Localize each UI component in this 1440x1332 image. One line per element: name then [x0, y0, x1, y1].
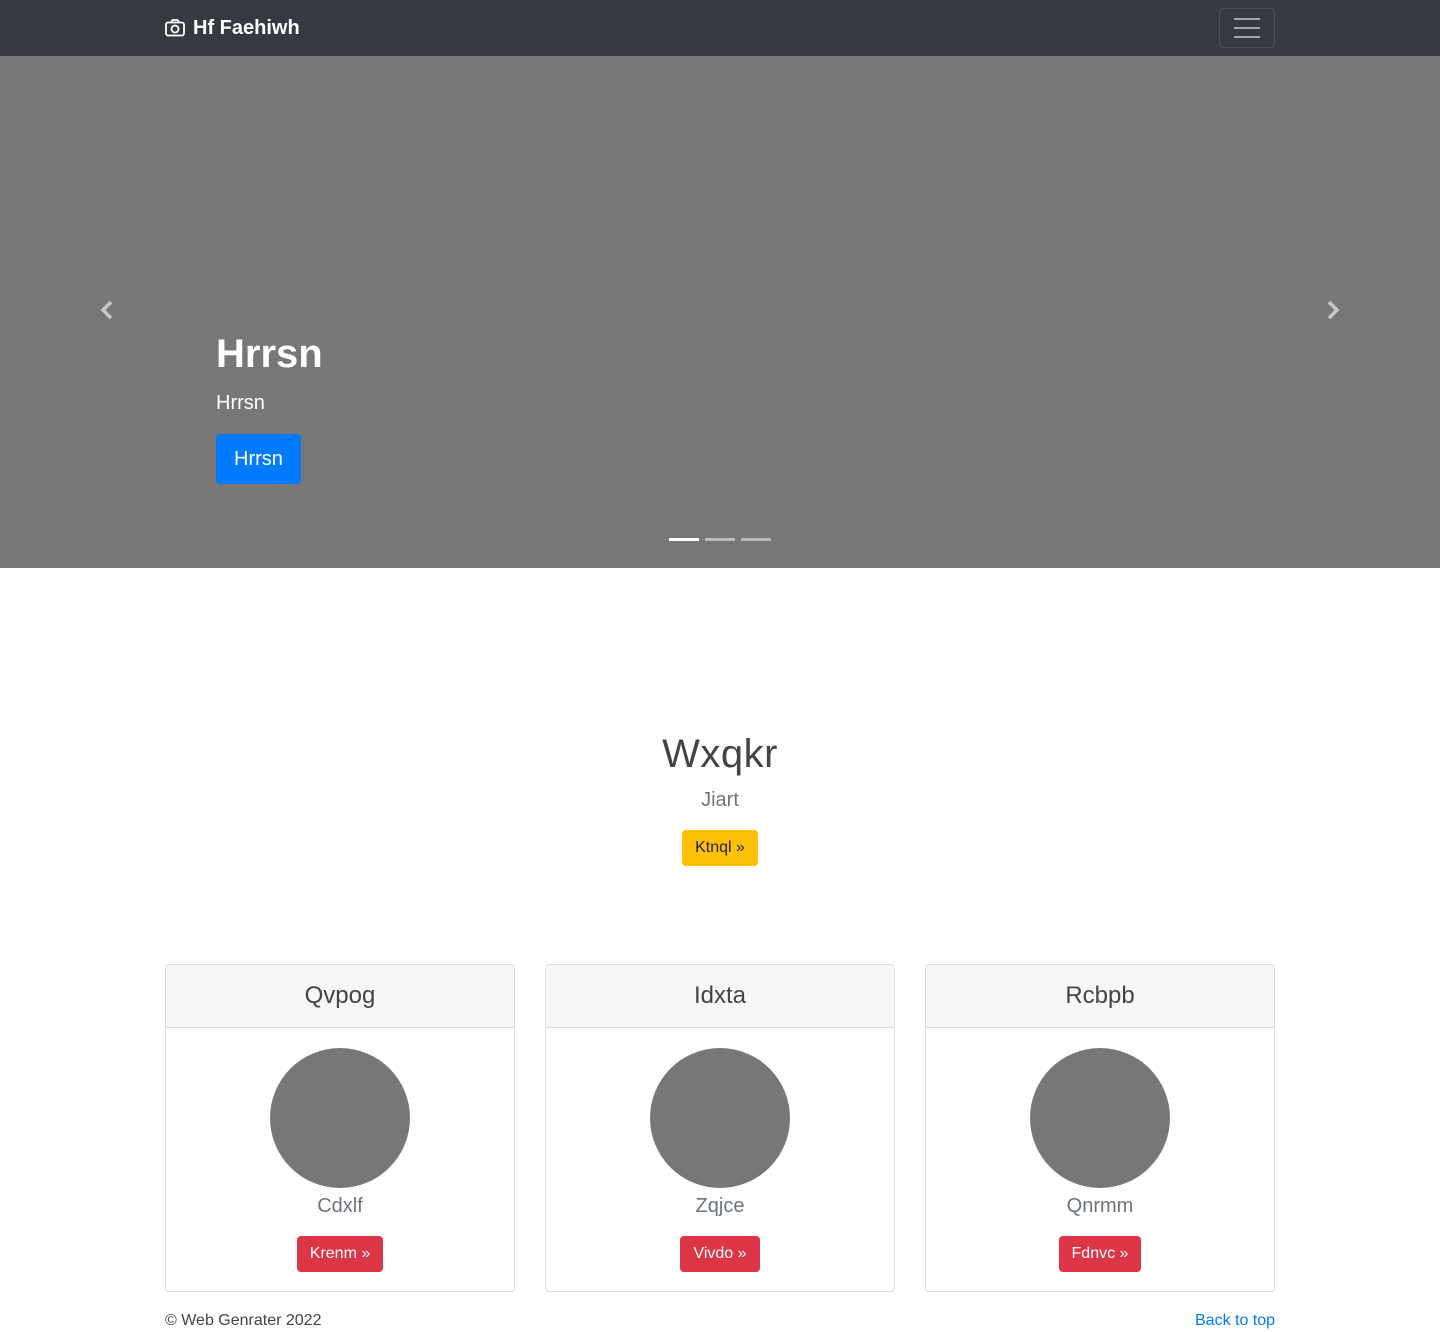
card-2: Idxta Zqjce Vivdo »: [545, 964, 895, 1292]
card-1: Qvpog Cdxlf Krenm »: [165, 964, 515, 1292]
hero-title: Wxqkr: [662, 732, 778, 776]
card-name: Zqjce: [695, 1195, 745, 1217]
card-button[interactable]: Fdnvc »: [1058, 1236, 1142, 1272]
carousel-next-button[interactable]: [1224, 56, 1440, 568]
card-title: Qvpog: [304, 982, 376, 1009]
card-title: Rcbpb: [1065, 982, 1135, 1009]
chevron-left-icon: [98, 300, 118, 325]
card-header: Rcbpb: [926, 965, 1274, 1028]
carousel-indicator-3[interactable]: [741, 538, 771, 541]
card-3: Rcbpb Qnrmm Fdnvc »: [925, 964, 1275, 1292]
carousel-indicator-1[interactable]: [669, 538, 699, 541]
chevron-right-icon: [1322, 300, 1342, 325]
hero-cta-button[interactable]: Ktnql »: [682, 830, 758, 866]
card-title: Idxta: [693, 982, 747, 1009]
carousel-prev-button[interactable]: [0, 56, 216, 568]
card-button[interactable]: Vivdo »: [680, 1236, 760, 1272]
navbar: Hf Faehiwh: [0, 0, 1440, 56]
hamburger-menu-icon: [1234, 18, 1260, 20]
card-header: Idxta: [546, 965, 894, 1028]
card-header: Qvpog: [166, 965, 514, 1028]
carousel-title: Hrrsn: [216, 332, 323, 376]
navbar-toggler-button[interactable]: [1219, 8, 1275, 48]
avatar: [1030, 1048, 1170, 1188]
footer-copyright: © Web Genrater 2022: [165, 1312, 322, 1329]
carousel-indicator-2[interactable]: [705, 538, 735, 541]
carousel-caption: Hrrsn Hrrsn Hrrsn: [216, 328, 323, 484]
card-name: Qnrmm: [1066, 1195, 1134, 1217]
avatar: [270, 1048, 410, 1188]
brand-text: Hf Faehiwh: [193, 16, 300, 39]
navbar-brand[interactable]: Hf Faehiwh: [165, 0, 300, 56]
card-name: Cdxlf: [317, 1195, 363, 1217]
hero-section: Wxqkr Jiart Ktnql »: [0, 730, 1440, 866]
avatar: [650, 1048, 790, 1188]
card-button[interactable]: Krenm »: [296, 1236, 384, 1272]
carousel-indicators: [669, 538, 771, 541]
back-to-top-link[interactable]: Back to top: [1195, 1311, 1275, 1331]
hero-subtitle: Jiart: [701, 789, 739, 811]
carousel-cta-button[interactable]: Hrrsn: [216, 434, 301, 484]
carousel: Hrrsn Hrrsn Hrrsn: [0, 56, 1440, 568]
carousel-text: Hrrsn: [216, 392, 265, 414]
camera-icon: [165, 19, 185, 37]
